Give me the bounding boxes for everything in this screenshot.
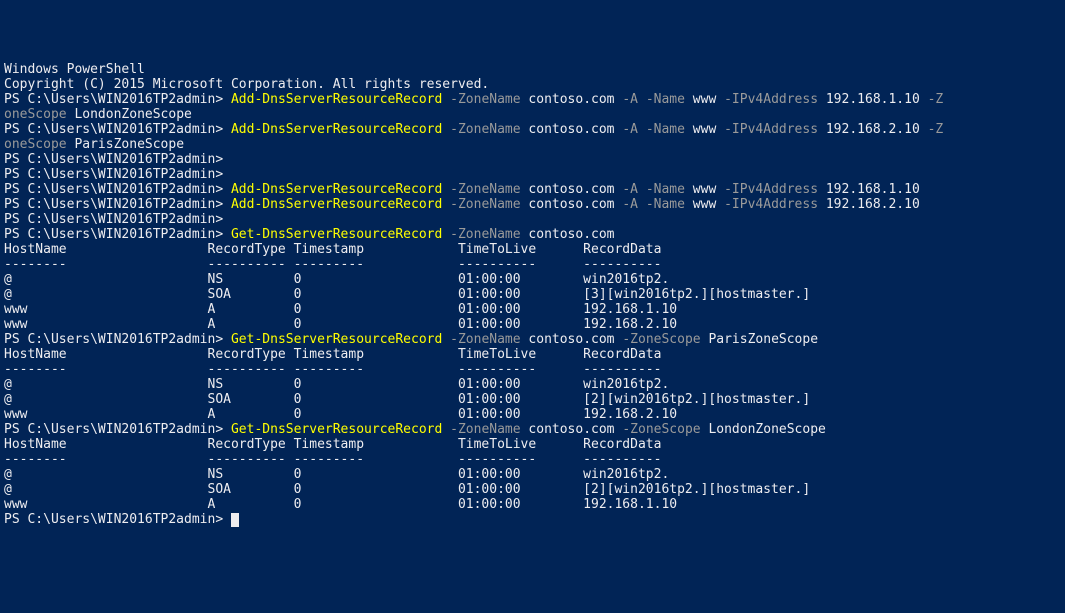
prompt-empty-3: PS C:\Users\WIN2016TP2admin> <box>4 212 1061 227</box>
table-header-3: HostName RecordType Timestamp TimeToLive… <box>4 437 1061 452</box>
prompt-current[interactable]: PS C:\Users\WIN2016TP2admin> <box>4 512 1061 527</box>
table1-row-2: www A 0 01:00:00 192.168.1.10 <box>4 302 1061 317</box>
table3-row-0: @ NS 0 01:00:00 win2016tp2. <box>4 467 1061 482</box>
cmd-get-dns-3: PS C:\Users\WIN2016TP2admin> Get-DnsServ… <box>4 422 1061 437</box>
table2-row-0: @ NS 0 01:00:00 win2016tp2. <box>4 377 1061 392</box>
table-header-1: HostName RecordType Timestamp TimeToLive… <box>4 242 1061 257</box>
table2-row-2: www A 0 01:00:00 192.168.2.10 <box>4 407 1061 422</box>
cmd-add-dns-2: PS C:\Users\WIN2016TP2admin> Add-DnsServ… <box>4 122 1061 137</box>
header-line-1: Windows PowerShell <box>4 62 1061 77</box>
cmd-add-dns-1-cont: oneScope LondonZoneScope <box>4 107 1061 122</box>
table3-row-2: www A 0 01:00:00 192.168.1.10 <box>4 497 1061 512</box>
cursor <box>231 513 239 527</box>
cmd-get-dns-2: PS C:\Users\WIN2016TP2admin> Get-DnsServ… <box>4 332 1061 347</box>
table-divider-1: -------- ---------- --------- ----------… <box>4 257 1061 272</box>
cmd-get-dns-1: PS C:\Users\WIN2016TP2admin> Get-DnsServ… <box>4 227 1061 242</box>
table-divider-2: -------- ---------- --------- ----------… <box>4 362 1061 377</box>
cmd-add-dns-2-cont: oneScope ParisZoneScope <box>4 137 1061 152</box>
cmd-add-dns-4: PS C:\Users\WIN2016TP2admin> Add-DnsServ… <box>4 197 1061 212</box>
table2-row-1: @ SOA 0 01:00:00 [2][win2016tp2.][hostma… <box>4 392 1061 407</box>
table1-row-1: @ SOA 0 01:00:00 [3][win2016tp2.][hostma… <box>4 287 1061 302</box>
powershell-terminal[interactable]: Windows PowerShellCopyright (C) 2015 Mic… <box>4 62 1061 527</box>
cmd-add-dns-3: PS C:\Users\WIN2016TP2admin> Add-DnsServ… <box>4 182 1061 197</box>
cmd-add-dns-1: PS C:\Users\WIN2016TP2admin> Add-DnsServ… <box>4 92 1061 107</box>
table3-row-1: @ SOA 0 01:00:00 [2][win2016tp2.][hostma… <box>4 482 1061 497</box>
table-divider-3: -------- ---------- --------- ----------… <box>4 452 1061 467</box>
prompt-empty-1: PS C:\Users\WIN2016TP2admin> <box>4 152 1061 167</box>
table1-row-3: www A 0 01:00:00 192.168.2.10 <box>4 317 1061 332</box>
prompt-empty-2: PS C:\Users\WIN2016TP2admin> <box>4 167 1061 182</box>
table1-row-0: @ NS 0 01:00:00 win2016tp2. <box>4 272 1061 287</box>
table-header-2: HostName RecordType Timestamp TimeToLive… <box>4 347 1061 362</box>
header-line-2: Copyright (C) 2015 Microsoft Corporation… <box>4 77 1061 92</box>
